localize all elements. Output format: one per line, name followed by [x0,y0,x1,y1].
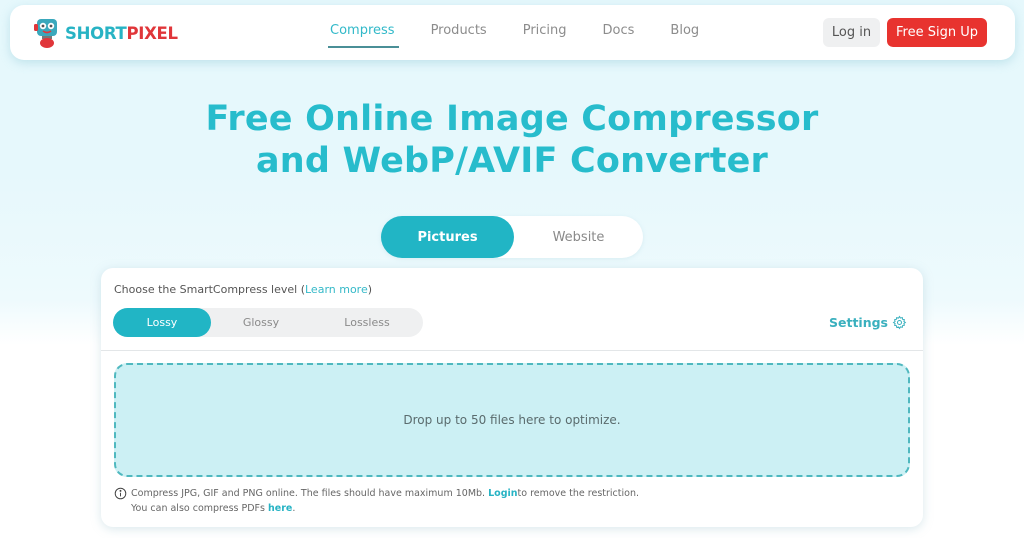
page-title: Free Online Image Compressor and WebP/AV… [0,98,1024,182]
settings-button[interactable]: Settings [829,315,907,330]
smartcompress-label: Choose the SmartCompress level (Learn mo… [114,283,373,296]
login-link[interactable]: Login [488,486,517,501]
compression-level-toggle: Lossy Glossy Lossless [113,308,423,337]
level-lossy[interactable]: Lossy [113,308,211,337]
mode-toggle: Pictures Website [381,216,643,258]
title-line-1: Free Online Image Compressor [205,99,819,139]
level-lossless[interactable]: Lossless [311,308,423,337]
info-icon [114,487,127,500]
login-button[interactable]: Log in [823,18,880,47]
nav-compress[interactable]: Compress [328,5,399,60]
level-glossy[interactable]: Glossy [211,308,311,337]
settings-label: Settings [828,315,888,330]
gear-icon [892,315,907,330]
shortpixel-logo[interactable]: SHORTPIXEL [33,17,178,49]
robot-mascot-icon [34,19,57,48]
compress-pdf-link[interactable]: here [268,501,292,516]
top-navbar: SHORTPIXEL Compress Products Pricing Doc… [10,5,1015,60]
learn-more-link[interactable]: Learn more [305,283,368,296]
signup-button[interactable]: Free Sign Up [887,18,987,47]
file-dropzone[interactable]: Drop up to 50 files here to optimize. [114,363,910,477]
brand-name: SHORTPIXEL [65,23,178,43]
main-nav: Compress Products Pricing Docs Blog [328,5,735,60]
tab-website[interactable]: Website [514,216,643,258]
nav-blog[interactable]: Blog [670,5,699,60]
nav-pricing[interactable]: Pricing [523,5,567,60]
compressor-card: Choose the SmartCompress level (Learn mo… [101,268,923,527]
dropzone-text: Drop up to 50 files here to optimize. [403,413,621,427]
title-line-2: and WebP/AVIF Converter [255,141,769,181]
divider [101,350,923,351]
info-note: Compress JPG, GIF and PNG online. The fi… [114,486,639,516]
nav-docs[interactable]: Docs [603,5,635,60]
nav-products[interactable]: Products [431,5,487,60]
tab-pictures[interactable]: Pictures [381,216,514,258]
